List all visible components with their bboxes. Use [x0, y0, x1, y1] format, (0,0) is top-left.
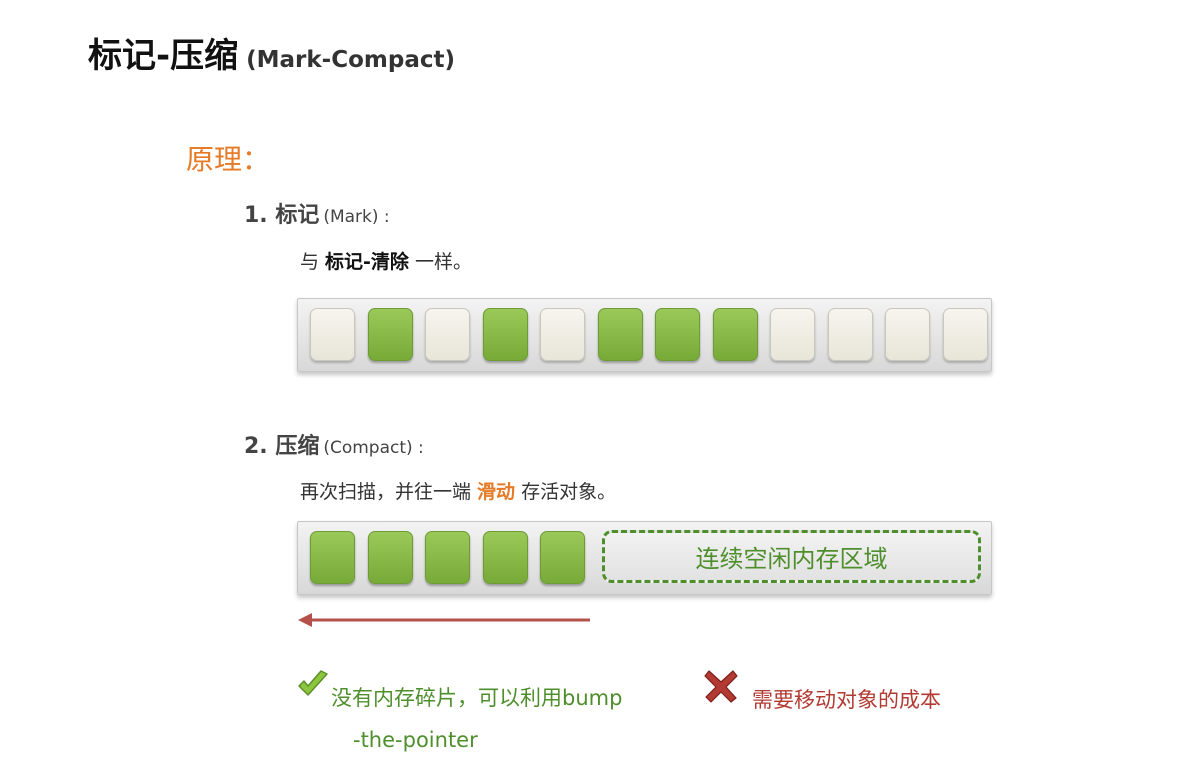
cross-icon: [704, 670, 738, 703]
step-1-title: 1. 标记: [244, 203, 320, 228]
live-object-cell: [540, 531, 585, 584]
principle-label: 原理：: [186, 143, 271, 176]
step-2-title-en: (Compact) :: [323, 438, 424, 458]
step-2-description: 再次扫描，并往一端 滑动 存活对象。: [300, 477, 616, 504]
live-object-cell: [367, 531, 413, 584]
free-memory-region: 连续空闲内存区域: [602, 530, 981, 583]
page-title: 标记-压缩 (Mark-Compact): [88, 28, 455, 77]
step-2-desc-post: 存活对象。: [515, 481, 617, 503]
step-1-title-en: (Mark) :: [323, 207, 390, 227]
step-2-heading: 2. 压缩 (Compact) :: [244, 428, 424, 460]
free-object-cell: [310, 308, 355, 361]
step-1-desc-bold: 标记-清除: [325, 251, 409, 273]
free-object-cell: [770, 308, 815, 361]
heap-compact-row: 连续空闲内存区域: [297, 521, 992, 595]
free-object-cell: [425, 308, 470, 361]
step-1-desc-post: 一样。: [408, 251, 472, 273]
left-arrow-icon: [298, 613, 590, 627]
free-object-cell: [885, 308, 930, 361]
pro-text-line-1: 没有内存碎片，可以利用bump: [331, 686, 623, 710]
pro-text-line-2: -the-pointer: [353, 728, 478, 752]
title-main: 标记-压缩: [88, 36, 239, 76]
heap-mark-row: [297, 298, 992, 372]
step-2-desc-pre: 再次扫描，并往一端: [300, 481, 478, 503]
live-object-cell: [482, 531, 528, 584]
free-object-cell: [540, 308, 585, 361]
live-object-cell: [367, 308, 413, 361]
step-2-title: 2. 压缩: [244, 434, 320, 459]
live-object-cell: [425, 531, 470, 584]
live-object-cell: [655, 308, 700, 361]
live-object-cell: [597, 308, 643, 361]
live-object-cell: [712, 308, 758, 361]
check-icon: [298, 670, 328, 696]
free-object-cell: [942, 308, 988, 361]
con-text: 需要移动对象的成本: [752, 688, 941, 712]
step-1-description: 与 标记-清除 一样。: [300, 247, 472, 274]
free-object-cell: [827, 308, 873, 361]
step-2-desc-highlight: 滑动: [477, 481, 516, 503]
step-1-heading: 1. 标记 (Mark) :: [244, 197, 390, 229]
title-sub: (Mark-Compact): [246, 47, 456, 73]
live-object-cell: [482, 308, 528, 361]
step-1-desc-pre: 与: [300, 251, 326, 273]
live-object-cell: [310, 531, 355, 584]
